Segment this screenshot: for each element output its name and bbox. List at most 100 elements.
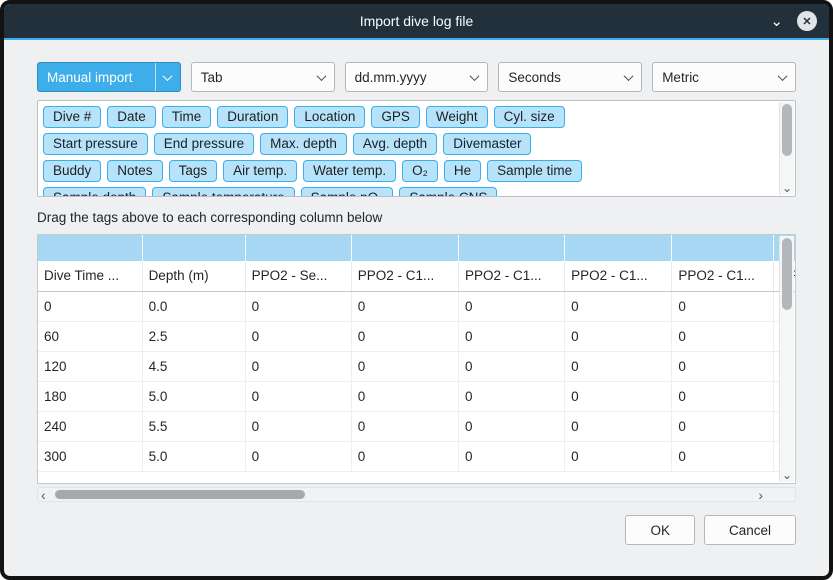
column-header: PPO2 - C1... xyxy=(351,261,458,291)
preview-table: Dive Time ...Depth (m)PPO2 - Se...PPO2 -… xyxy=(38,235,796,472)
table-cell: 0 xyxy=(245,381,351,411)
tag-list: Dive # Date TimeDuration Location GPS Weight C… xyxy=(43,106,771,197)
table-cell: 240 xyxy=(38,411,142,441)
drop-target-cell[interactable] xyxy=(245,235,351,261)
tag-chip[interactable]: Avg. depth xyxy=(353,133,437,155)
combo-selected-value: Tab xyxy=(201,70,310,85)
tag-chip[interactable]: Air temp. xyxy=(223,160,297,182)
tag-chip[interactable]: Divemaster xyxy=(443,133,531,155)
table-cell: 120 xyxy=(38,351,142,381)
close-icon: ✕ xyxy=(802,15,811,28)
tag-chip[interactable]: Max. depth xyxy=(260,133,347,155)
tag-chip[interactable]: Cyl. size xyxy=(494,106,565,128)
dialog-content: Manual importTabdd.mm.yyyySecondsMetric … xyxy=(4,40,829,576)
titlebar[interactable]: Import dive log file ⌄ ✕ xyxy=(4,4,829,40)
tag-chip[interactable]: O₂ xyxy=(402,160,438,182)
tag-chip[interactable]: Sample time xyxy=(487,160,582,182)
column-header: PPO2 - C1... xyxy=(672,261,774,291)
drop-target-cell[interactable] xyxy=(142,235,245,261)
column-header: Depth (m) xyxy=(142,261,245,291)
drop-target-cell[interactable] xyxy=(672,235,774,261)
drop-target-cell[interactable] xyxy=(351,235,458,261)
table-cell: 0 xyxy=(458,351,564,381)
tag-chip[interactable]: Duration xyxy=(217,106,288,128)
tag-chip[interactable]: Dive # xyxy=(43,106,101,128)
column-header-row: Dive Time ...Depth (m)PPO2 - Se...PPO2 -… xyxy=(38,261,796,291)
tag-scrollbar[interactable]: ⌄ xyxy=(779,102,794,195)
preview-table-wrap: Dive Time ...Depth (m)PPO2 - Se...PPO2 -… xyxy=(37,234,796,484)
table-row: 00.0000000 xyxy=(38,291,796,321)
window-title: Import dive log file xyxy=(360,13,474,29)
table-horizontal-scrollbar[interactable]: ‹ › xyxy=(37,487,796,502)
table-cell: 0.0 xyxy=(142,291,245,321)
tag-chip[interactable]: Tags xyxy=(169,160,218,182)
table-row: 1204.5000000 xyxy=(38,351,796,381)
table-cell: 180 xyxy=(38,381,142,411)
drop-target-cell[interactable] xyxy=(38,235,142,261)
tag-chip[interactable]: Start pressure xyxy=(43,133,148,155)
table-cell: 0 xyxy=(672,411,774,441)
tag-scrollbar-thumb[interactable] xyxy=(782,104,792,156)
table-cell: 0 xyxy=(458,321,564,351)
table-row: 1805.0000000 xyxy=(38,381,796,411)
column-header: Dive Time ... xyxy=(38,261,142,291)
tag-chip[interactable]: Date xyxy=(107,106,156,128)
table-vscroll-thumb[interactable] xyxy=(782,238,792,310)
chevron-down-icon xyxy=(310,63,325,91)
tag-chip[interactable]: Sample temperature xyxy=(152,187,294,197)
table-cell: 0 xyxy=(672,291,774,321)
scroll-down-icon[interactable]: ⌄ xyxy=(780,469,794,481)
drop-target-cell[interactable] xyxy=(565,235,672,261)
column-header: PPO2 - Se... xyxy=(245,261,351,291)
table-vertical-scrollbar[interactable]: ⌄ xyxy=(779,236,794,482)
combo-selected-value: dd.mm.yyyy xyxy=(355,70,464,85)
combo-manual-import[interactable]: Manual import xyxy=(37,62,181,92)
table-cell: 0 xyxy=(351,321,458,351)
cancel-button[interactable]: Cancel xyxy=(704,515,796,545)
combo-dd-mm-yyyy[interactable]: dd.mm.yyyy xyxy=(345,62,489,92)
combo-tab[interactable]: Tab xyxy=(191,62,335,92)
table-cell: 0 xyxy=(351,351,458,381)
combo-selected-value: Seconds xyxy=(508,70,617,85)
table-cell: 60 xyxy=(38,321,142,351)
scroll-left-icon[interactable]: ‹ xyxy=(41,487,46,503)
combo-seconds[interactable]: Seconds xyxy=(498,62,642,92)
tag-chip[interactable]: Sample pO₂ xyxy=(301,187,394,197)
table-cell: 5.5 xyxy=(142,411,245,441)
tag-chip[interactable]: Water temp. xyxy=(303,160,396,182)
tag-chip[interactable]: Sample depth xyxy=(43,187,146,197)
shade-chevron-icon[interactable]: ⌄ xyxy=(770,14,783,29)
drop-target-row xyxy=(38,235,796,261)
table-cell: 0 xyxy=(565,381,672,411)
table-cell: 0 xyxy=(38,291,142,321)
tag-chip[interactable]: End pressure xyxy=(154,133,254,155)
tag-chip[interactable]: Time xyxy=(162,106,212,128)
close-button[interactable]: ✕ xyxy=(797,11,817,31)
table-cell: 5.0 xyxy=(142,381,245,411)
table-hscroll-thumb[interactable] xyxy=(55,490,305,499)
ok-button[interactable]: OK xyxy=(625,515,695,545)
table-cell: 0 xyxy=(565,291,672,321)
tag-chip[interactable]: He xyxy=(444,160,481,182)
tag-chip[interactable]: Buddy xyxy=(43,160,101,182)
table-row: 2405.5000000 xyxy=(38,411,796,441)
table-row: 602.5000000 xyxy=(38,321,796,351)
tag-chip[interactable]: GPS xyxy=(371,106,420,128)
scroll-down-icon[interactable]: ⌄ xyxy=(780,182,794,194)
combo-selected-value: Metric xyxy=(662,70,771,85)
combo-metric[interactable]: Metric xyxy=(652,62,796,92)
tag-chip[interactable]: Location xyxy=(294,106,365,128)
table-cell: 0 xyxy=(245,321,351,351)
scroll-right-icon[interactable]: › xyxy=(758,487,763,503)
table-cell: 0 xyxy=(458,411,564,441)
chevron-down-icon xyxy=(617,63,632,91)
table-cell: 0 xyxy=(565,321,672,351)
tag-chip[interactable]: Sample CNS xyxy=(399,187,497,197)
tag-chip[interactable]: Notes xyxy=(107,160,162,182)
dialog-buttons: OK Cancel xyxy=(37,515,796,545)
import-dialog-window: Import dive log file ⌄ ✕ Manual import Ta… xyxy=(0,0,833,580)
table-cell: 0 xyxy=(458,381,564,411)
table-cell: 0 xyxy=(351,381,458,411)
drop-target-cell[interactable] xyxy=(458,235,564,261)
tag-chip[interactable]: Weight xyxy=(426,106,488,128)
